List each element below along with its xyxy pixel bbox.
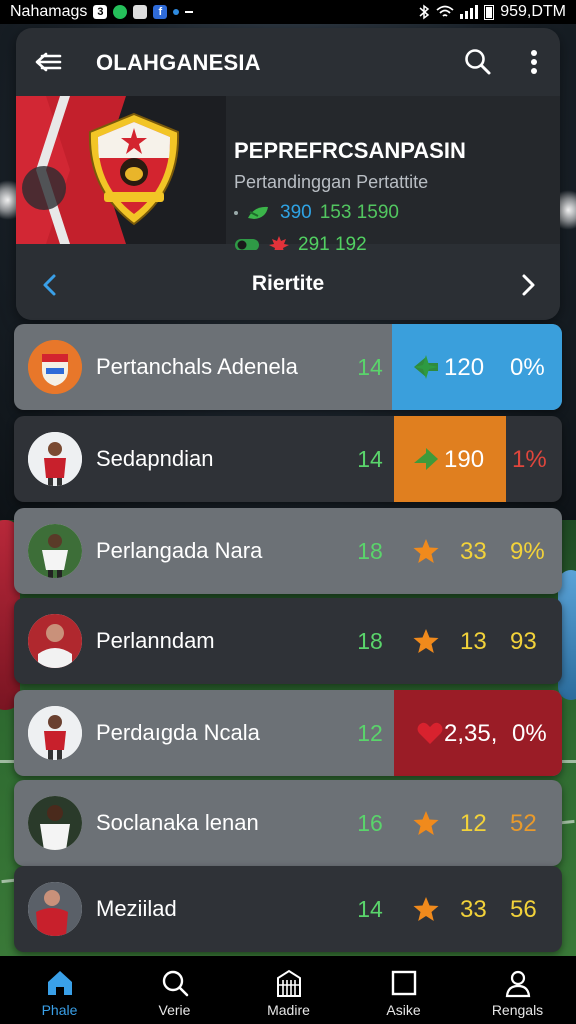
list-item[interactable]: Meziilad 14 33 56	[14, 866, 562, 952]
stadium-icon	[277, 969, 301, 997]
whatsapp-icon	[113, 5, 128, 19]
team-stat-row: 390 153 1590	[234, 202, 399, 224]
status-bar: Nahamags 3 f 959,DTM	[0, 0, 576, 24]
club-badge-avatar	[28, 340, 82, 394]
bluetooth-icon	[419, 4, 430, 20]
player-name: Soclanaka lenan	[96, 810, 259, 835]
nav-item-search[interactable]: Verie	[117, 956, 232, 1024]
played-count: 14	[357, 896, 383, 922]
wifi-icon	[436, 5, 454, 17]
player-name: Perlangada Nara	[96, 538, 263, 563]
team-stat-value: 390	[280, 202, 312, 223]
period-pager: Riertite	[16, 250, 560, 320]
chevron-right-icon[interactable]	[516, 270, 540, 300]
notification-badge-icon: 3	[93, 5, 108, 19]
grid-app-icon	[133, 5, 148, 19]
score-value: 13	[460, 628, 487, 655]
player-avatar	[28, 706, 82, 760]
played-count: 12	[357, 720, 383, 746]
back-arrow-icon[interactable]	[32, 46, 64, 78]
team-subtitle: Pertandinggan Pertattite	[234, 172, 429, 192]
player-name: Sedapndian	[96, 446, 214, 471]
dot-icon	[234, 211, 238, 215]
signal-icon	[460, 5, 479, 19]
team-crest-logo	[88, 112, 180, 226]
nav-label: Asike	[386, 1002, 421, 1018]
app-bar: OLAHGANESIA	[16, 28, 560, 96]
facebook-icon: f	[153, 5, 168, 19]
nav-label: Rengals	[491, 1002, 544, 1018]
nav-item-profile[interactable]: Rengals	[460, 956, 575, 1024]
percent-value: 0%	[512, 720, 547, 747]
player-name: Perdaıgda Ncala	[96, 720, 260, 745]
team-card[interactable]: PEPREFRCSANPASIN Pertandinggan Pertattit…	[16, 96, 560, 255]
score-value: 33	[460, 538, 487, 565]
score-value: 120	[444, 354, 485, 381]
played-count: 18	[357, 538, 383, 564]
score-value: 33	[460, 896, 487, 923]
star-icon	[413, 811, 439, 835]
percent-value: 9%	[510, 538, 545, 565]
played-count: 14	[357, 354, 383, 380]
player-avatar	[28, 432, 82, 486]
player-name: Pertanchals Adenela	[96, 354, 298, 379]
percent-value: 0%	[510, 354, 545, 381]
home-icon	[48, 971, 72, 995]
played-count: 18	[357, 628, 383, 654]
nav-item-square[interactable]: Asike	[346, 956, 461, 1024]
percent-value: 1%	[512, 446, 547, 473]
nav-label: Verie	[158, 1002, 191, 1018]
percent-value: 56	[510, 896, 537, 923]
star-icon	[413, 629, 439, 653]
green-arrow-icon	[414, 355, 438, 379]
heart-icon	[417, 722, 443, 744]
carrier-label: Nahamags	[10, 3, 88, 20]
team-stat-value: 153 1590	[319, 202, 399, 223]
star-icon	[413, 897, 439, 921]
list-item[interactable]: Sedapndian 14 190 1%	[14, 416, 562, 502]
app-title: OLAHGANESIA	[96, 50, 261, 75]
score-value: 12	[460, 810, 487, 837]
player-avatar	[28, 796, 82, 850]
green-arrow-icon	[414, 448, 438, 470]
profile-icon	[505, 970, 531, 998]
percent-value: 52	[510, 810, 537, 837]
search-icon	[162, 970, 189, 997]
player-avatar	[28, 614, 82, 668]
played-count: 14	[357, 446, 383, 472]
dash-icon	[185, 11, 194, 13]
search-icon[interactable]	[462, 46, 494, 78]
header-panel: OLAHGANESIA PEPREFRCSANPASIN Pertandingg…	[16, 28, 560, 320]
pager-label: Riertite	[251, 272, 325, 295]
leaf-icon	[248, 206, 268, 219]
score-value: 190	[444, 446, 485, 473]
player-name: Perlanndam	[96, 628, 215, 653]
player-name: Meziilad	[96, 896, 177, 921]
nav-item-home[interactable]: Phale	[2, 956, 117, 1024]
percent-value: 93	[510, 628, 537, 655]
player-avatar	[28, 524, 82, 578]
list-item[interactable]: Perlangada Nara 18 33 9%	[14, 508, 562, 594]
star-icon	[413, 539, 439, 563]
team-name: PEPREFRCSANPASIN	[234, 138, 466, 163]
list-item[interactable]: Perdaıgda Ncala 12 2,35, 0%	[14, 690, 562, 776]
battery-icon	[484, 4, 495, 20]
list-item[interactable]: Soclanaka lenan 16 12 52	[14, 780, 562, 866]
player-avatar	[28, 882, 82, 936]
score-value: 2,35,	[444, 720, 498, 747]
nav-label: Phale	[41, 1002, 78, 1018]
played-count: 16	[357, 810, 383, 836]
square-icon	[391, 970, 417, 996]
bottom-navigation: Phale Verie Madire Asike Rengals	[0, 956, 576, 1024]
dot-icon	[173, 9, 180, 15]
list-item[interactable]: Perlanndam 18 13 93	[14, 598, 562, 684]
nav-label: Madire	[267, 1002, 310, 1018]
more-vertical-icon[interactable]	[522, 46, 546, 78]
team-banner	[16, 96, 226, 244]
nav-item-stadium[interactable]: Madire	[231, 956, 346, 1024]
clock-label: 959,DTM	[500, 3, 566, 20]
list-item[interactable]: Pertanchals Adenela 14 120 0%	[14, 324, 562, 410]
